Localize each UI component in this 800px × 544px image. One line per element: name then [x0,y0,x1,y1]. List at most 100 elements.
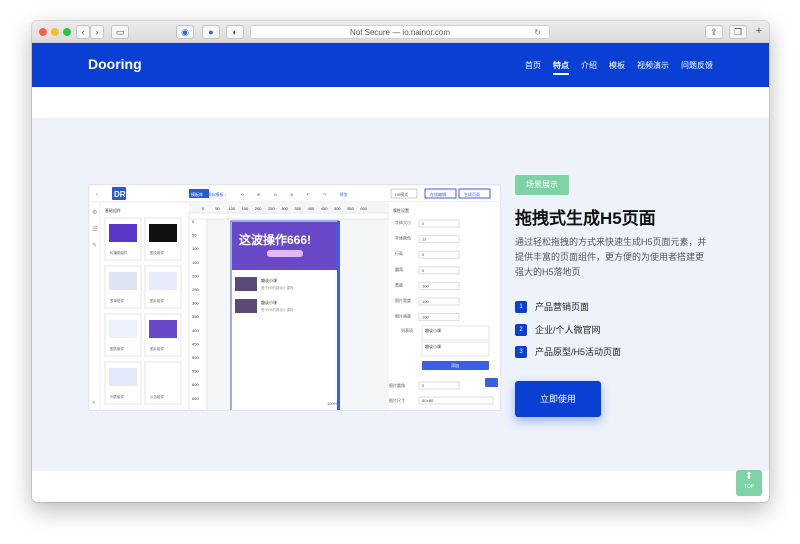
svg-text:100%: 100% [327,401,338,406]
editor-preview-graphic: ‹ DR 模板库 保存模板 ↓ ⟲ ⊕ ⊖ ⊗ ↶ ↷ 预览 H5模式 在线编辑 生成页面 ⚙ ☰ … [89,185,500,410]
nav-item[interactable]: 视频演示 [637,60,669,71]
brand-logo[interactable]: Dooring [88,56,142,72]
component-thumb [149,368,177,386]
feature-item: 3 产品原型/H5活动页面 [515,345,621,358]
toolbar-item: 模板库 [191,191,203,197]
editor-logo: DR [114,190,126,199]
svg-text:添加: 添加 [451,362,459,368]
extension-icon[interactable]: ◉ [176,25,194,39]
list-data-title: 趣谈小课 [425,327,441,333]
svg-text:图片圆角: 图片圆角 [389,382,405,388]
nav-item[interactable]: 介绍 [581,60,597,71]
ruler-x-tick: 350 [294,206,301,211]
ruler-y-tick: 100 [192,246,199,251]
reload-icon[interactable]: ↻ [534,26,541,39]
arrow-up-icon: ⬆ [744,471,754,482]
editor-screenshot: ‹ DR 模板库 保存模板 ↓ ⟲ ⊕ ⊖ ⊗ ↶ ↷ 预览 H5模式 在线编辑 生成页面 ⚙ ☰ … [88,184,501,411]
list-item-sub: 基于H5的趣谈小课程 [261,307,294,312]
component-label: 轮播图组件 [110,250,128,255]
ruler-y-tick: 600 [192,382,199,387]
list-item-thumb [235,277,257,291]
back-to-top-button[interactable]: ⬆ TOP [736,470,762,496]
privacy-extension-icon[interactable]: ● [202,25,220,39]
feature-number: 3 [515,345,527,358]
component-label: 图文组件 [150,250,164,255]
prop-label: 字体大小 [395,219,411,225]
component-thumb [149,320,177,338]
svg-text:⚙: ⚙ [92,209,97,216]
component-thumb [109,368,137,386]
back-arrow-icon[interactable]: ‹ [76,25,90,39]
svg-text:80×80: 80×80 [422,398,434,403]
main-menu: 首页 特点 介绍 模板 视频演示 问题反馈 [525,60,713,75]
ruler-y-tick: 250 [192,287,199,292]
forward-arrow-icon[interactable]: › [90,25,104,39]
ruler-x-tick: 600 [360,206,367,211]
toolbar-item: ⊖ [274,192,277,197]
feature-item: 1 产品营销页面 [515,300,589,313]
close-window-button[interactable] [39,28,47,36]
site-header: Dooring 首页 特点 介绍 模板 视频演示 问题反馈 [32,43,769,87]
back-icon: ‹ [96,192,98,198]
svg-text:图片尺寸: 图片尺寸 [389,397,405,403]
section-title: 拖拽式生成H5页面 [515,209,656,228]
component-thumb [109,320,137,338]
nav-item[interactable]: 首页 [525,60,541,71]
nav-item[interactable]: 特点 [553,60,569,75]
svg-text:☰: ☰ [92,226,97,233]
address-bar[interactable]: Not Secure — io.nainor.com ↻ [250,25,550,39]
toolbar-item: 保存模板 [208,191,224,197]
ruler-x-tick: 150 [242,206,249,211]
prop-input [418,266,460,275]
toolbar-item: ⊗ [290,192,293,197]
ruler-x-tick: 50 [215,206,220,211]
ruler-x-tick: 500 [334,206,341,211]
share-icon[interactable]: ⇪ [705,25,723,39]
ruler-y-tick: 200 [192,273,199,278]
back-to-top-label: TOP [743,484,755,490]
toolbar-item: ⊕ [257,192,260,197]
svg-text:H5模式: H5模式 [395,191,408,197]
new-tab-button[interactable]: + [750,25,768,39]
sidebar-icon[interactable]: ▭ [111,25,129,39]
component-thumb [109,272,137,290]
component-label: 公告组件 [150,394,164,399]
list-item-sub: 基于H5的趣谈小课程 [261,285,294,290]
svg-text:✎: ✎ [92,242,97,249]
nav-item[interactable]: 模板 [609,60,625,71]
ruler-x-tick: 400 [308,206,315,211]
component-thumb [109,224,137,242]
minimize-window-button[interactable] [51,28,59,36]
ruler-x-tick: 200 [255,206,262,211]
feature-label: 产品原型/H5活动页面 [535,347,622,357]
toolbar-item: ↶ [306,192,310,197]
prop-input [418,250,460,259]
ruler-y-tick: 450 [192,341,199,346]
use-now-button[interactable]: 立即使用 [515,381,601,417]
component-thumb [149,224,177,242]
browser-window: ‹ › ▭ ◉ ● ◐ Not Secure — io.nainor.com ↻… [32,21,769,502]
prop-value: 12 [422,237,427,242]
ruler-y-tick: 550 [192,369,199,374]
ruler-y-tick: 300 [192,301,199,306]
feature-label: 企业/个人微官网 [535,325,601,335]
ruler-y-tick: 400 [192,328,199,333]
prop-label: 行高 [395,250,403,256]
tabs-icon[interactable]: ❐ [729,25,747,39]
list-item-thumb [235,299,257,313]
feature-item: 2 企业/个人微官网 [515,323,601,336]
scene-tag: 场景展示 [515,175,569,195]
prop-value: 100 [422,283,429,288]
list-item-title: 趣谈小课 [261,299,277,305]
ruler-y-tick: 50 [192,233,197,238]
ruler-y-tick: 650 [192,396,199,401]
right-button-label: 生成页面 [464,191,480,197]
svg-text:基础组件: 基础组件 [105,207,121,213]
ruler-x-tick: 300 [281,206,288,211]
shield-icon[interactable]: ◐ [226,25,244,39]
svg-text:属性设置: 属性设置 [393,207,409,213]
prop-value: 100 [422,299,429,304]
list-data-title: 趣谈小课 [425,343,441,349]
nav-item[interactable]: 问题反馈 [681,60,713,71]
maximize-window-button[interactable] [63,28,71,36]
